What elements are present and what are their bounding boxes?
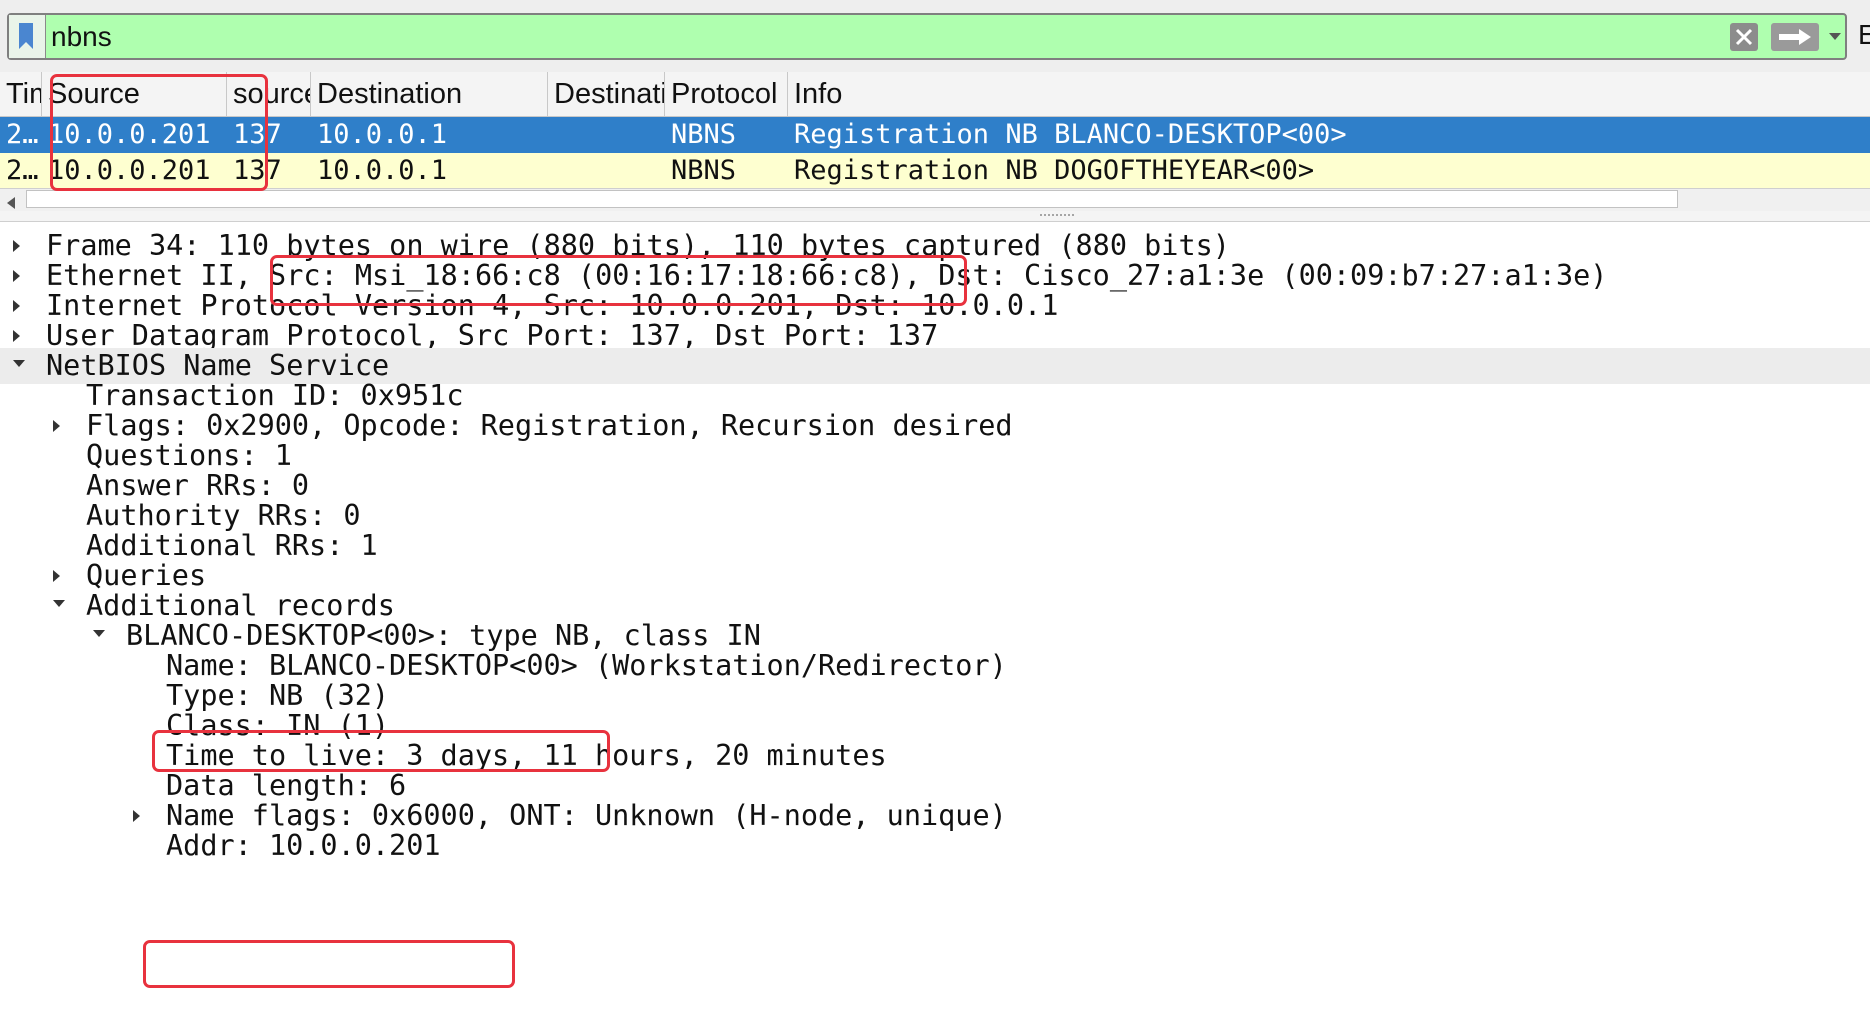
- packet-source: 10.0.0.201: [48, 155, 211, 186]
- tree-item-label: Addr: 10.0.0.201: [166, 829, 441, 862]
- packet-destination-port: [548, 117, 665, 153]
- scrollbar-thumb[interactable]: [26, 190, 1678, 208]
- packet-list-horizontal-scrollbar[interactable]: [0, 188, 1870, 212]
- apply-filter-button[interactable]: [1771, 23, 1819, 51]
- column-header-time[interactable]: Tim: [0, 72, 42, 116]
- column-header-protocol[interactable]: Protocol: [665, 72, 788, 116]
- packet-list: Tim Source source Destination Destinatic…: [0, 72, 1870, 227]
- filter-input[interactable]: [51, 15, 1711, 58]
- packet-row-selected[interactable]: 2… 10.0.0.201 137 10.0.0.1 NBNS Registra…: [0, 117, 1870, 153]
- packet-protocol: NBNS: [671, 155, 737, 186]
- clear-filter-button[interactable]: [1730, 23, 1758, 51]
- packet-source-port: 137: [233, 119, 282, 150]
- packet-list-header: Tim Source source Destination Destinatic…: [0, 72, 1870, 117]
- packet-destination-port: [548, 153, 665, 189]
- packet-destination: 10.0.0.1: [317, 155, 448, 186]
- column-header-source[interactable]: Source: [42, 72, 227, 116]
- packet-protocol: NBNS: [671, 119, 737, 150]
- packet-info: Registration NB BLANCO-DESKTOP<00>: [794, 119, 1347, 150]
- splitter-grip[interactable]: [1040, 214, 1074, 218]
- display-filter-toolbar: E: [0, 0, 1870, 73]
- packet-destination: 10.0.0.1: [317, 119, 448, 150]
- packet-time: 2…: [6, 119, 39, 150]
- packet-row[interactable]: 2… 10.0.0.201 137 10.0.0.1 NBNS Registra…: [0, 153, 1870, 189]
- filter-bookmark-button[interactable]: [9, 15, 46, 58]
- packet-source: 10.0.0.201: [48, 119, 211, 150]
- filter-history-dropdown[interactable]: [1826, 23, 1846, 51]
- column-header-source-port[interactable]: source: [227, 72, 311, 116]
- packet-source-port: 137: [233, 155, 282, 186]
- display-filter-field[interactable]: [7, 13, 1847, 60]
- packet-time: 2…: [6, 155, 39, 186]
- pane-splitter[interactable]: [0, 211, 1870, 222]
- expression-button[interactable]: E: [1858, 20, 1870, 50]
- packet-info: Registration NB DOGOFTHEYEAR<00>: [794, 155, 1315, 186]
- tree-item-addr[interactable]: Addr: 10.0.0.201: [0, 828, 1870, 864]
- column-header-destination[interactable]: Destination: [311, 72, 548, 116]
- column-header-info[interactable]: Info: [788, 72, 1870, 116]
- column-header-destination-port[interactable]: Destinatic: [548, 72, 665, 116]
- packet-details-tree: Frame 34: 110 bytes on wire (880 bits), …: [0, 228, 1870, 1026]
